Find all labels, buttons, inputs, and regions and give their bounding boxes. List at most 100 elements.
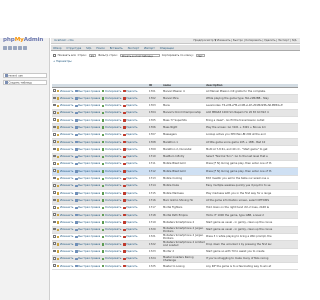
copy-link[interactable]: Копировать [102,148,121,151]
copy-link[interactable]: Копировать [102,265,121,268]
tab-import[interactable]: Импорт [142,45,157,51]
edit-link[interactable]: Изменить [57,133,73,136]
table-row[interactable]: Изменить Быстрая правка Копировать Удалить 1… [52,212,298,220]
row-checkbox[interactable] [53,89,56,92]
copy-link[interactable]: Копировать [102,228,121,231]
edit-link[interactable]: Изменить [57,97,73,100]
quick-edit-link[interactable]: Быстрая правка [75,155,100,158]
show-all-checkbox[interactable] [53,54,56,57]
row-checkbox[interactable] [53,169,56,173]
table-row[interactable]: Изменить Быстрая правка Копировать Удалить 1… [52,204,298,213]
quick-edit-link[interactable]: Быстрая правка [75,97,100,100]
row-checkbox[interactable] [53,220,56,224]
tab-operations[interactable]: Операции [158,45,176,51]
edit-link[interactable]: Изменить [57,155,73,158]
copy-link[interactable]: Копировать [102,206,121,209]
edit-link[interactable]: Изменить [57,199,73,202]
copy-link[interactable]: Копировать [102,90,121,93]
delete-link[interactable]: Удалить [123,90,138,93]
delete-link[interactable]: Удалить [123,170,138,173]
copy-link[interactable]: Копировать [102,250,121,253]
quick-edit-link[interactable]: Быстрая правка [75,214,100,217]
edit-link[interactable]: Изменить [57,257,73,260]
row-checkbox[interactable] [53,154,56,158]
edit-link[interactable]: Изменить [57,192,73,195]
table-row[interactable]: Изменить Быстрая правка Копировать Удалить 1… [52,168,298,176]
rows-count-select[interactable]: 25 [88,53,96,58]
edit-link[interactable]: Изменить [57,126,73,129]
header-description[interactable]: description [206,84,298,87]
delete-link[interactable]: Удалить [123,184,138,187]
copy-link[interactable]: Копировать [102,192,121,195]
edit-link[interactable]: Изменить [57,119,73,122]
row-checkbox[interactable] [53,227,56,231]
edit-link[interactable]: Изменить [57,265,73,268]
quick-edit-link[interactable]: Быстрая правка [75,199,100,202]
quick-edit-link[interactable]: Быстрая правка [75,148,100,151]
topbar-links[interactable]: Предпросмотр ▼ Изменить | Быстро | Копир… [193,38,297,44]
quick-edit-link[interactable]: Быстрая правка [75,133,100,136]
quick-edit-link[interactable]: Быстрая правка [75,104,100,107]
row-checkbox[interactable] [53,176,56,180]
delete-link[interactable]: Удалить [123,221,138,224]
header-id[interactable]: ID [149,84,163,87]
copy-link[interactable]: Копировать [102,243,121,246]
delete-link[interactable]: Удалить [123,243,138,246]
table-row[interactable]: Изменить Быстрая правка Копировать Удалить 1… [52,197,298,205]
delete-link[interactable]: Удалить [123,235,138,238]
row-checkbox[interactable] [53,264,56,267]
delete-link[interactable]: Удалить [123,265,138,268]
table-row[interactable]: Изменить Быстрая правка Копировать Удалить 1… [52,263,298,271]
edit-link[interactable]: Изменить [57,214,73,217]
table-row[interactable]: Изменить Быстрая правка Копировать Удалить 1… [52,190,298,198]
row-checkbox[interactable] [53,249,56,253]
edit-link[interactable]: Изменить [57,221,73,224]
tab-export[interactable]: Экспорт [126,45,142,51]
delete-link[interactable]: Удалить [123,228,138,231]
quick-edit-link[interactable]: Быстрая правка [75,184,100,187]
quick-edit-link[interactable]: Быстрая правка [75,177,100,180]
quick-edit-link[interactable]: Быстрая правка [75,111,100,114]
row-checkbox[interactable] [53,198,56,202]
table-row[interactable]: Изменить Быстрая правка Копировать Удалить 1… [52,175,298,183]
quick-edit-link[interactable]: Быстрая правка [75,170,100,173]
sidebar-item-recent[interactable]: recent_use [3,73,47,78]
options-toggle[interactable]: + Параметры [53,60,72,63]
sidebar-item-new-table[interactable]: Создать таблицу [3,80,47,85]
tab-structure[interactable]: Структура [64,45,83,51]
home-icon[interactable] [3,46,7,50]
delete-link[interactable]: Удалить [123,141,138,144]
delete-link[interactable]: Удалить [123,162,138,165]
row-checkbox[interactable] [53,242,56,246]
tab-sql[interactable]: SQL [84,45,93,51]
logout-icon[interactable] [8,46,12,50]
delete-link[interactable]: Удалить [123,250,138,253]
quick-edit-link[interactable]: Быстрая правка [75,257,100,260]
delete-link[interactable]: Удалить [123,192,138,195]
quick-edit-link[interactable]: Быстрая правка [75,265,100,268]
row-checkbox[interactable] [53,184,56,187]
row-checkbox[interactable] [53,132,56,136]
row-checkbox[interactable] [53,191,56,194]
edit-link[interactable]: Изменить [57,184,73,187]
row-checkbox[interactable] [53,125,56,129]
copy-link[interactable]: Копировать [102,170,121,173]
tab-search[interactable]: Поиск [94,45,107,51]
quick-edit-link[interactable]: Быстрая правка [75,221,100,224]
quick-edit-link[interactable]: Быстрая правка [75,141,100,144]
table-row[interactable]: Изменить Быстрая правка Копировать Удалить 1… [52,182,298,191]
delete-link[interactable]: Удалить [123,97,138,100]
copy-link[interactable]: Копировать [102,126,121,129]
delete-link[interactable]: Удалить [123,177,138,180]
copy-link[interactable]: Копировать [102,257,121,260]
breadcrumb[interactable]: localhost › cms [54,38,74,44]
table-row[interactable]: Изменить Быстрая правка Копировать Удалить 1… [52,139,298,147]
table-row[interactable]: Изменить Быстрая правка Копировать Удалить 1… [52,117,298,125]
table-row[interactable]: Изменить Быстрая правка Копировать Удалить 1… [52,160,298,169]
docs-icon[interactable] [13,46,17,50]
copy-link[interactable]: Копировать [102,97,121,100]
delete-link[interactable]: Удалить [123,206,138,209]
row-checkbox[interactable] [53,213,56,216]
quick-edit-link[interactable]: Быстрая правка [75,228,100,231]
settings-icon[interactable] [18,46,22,50]
